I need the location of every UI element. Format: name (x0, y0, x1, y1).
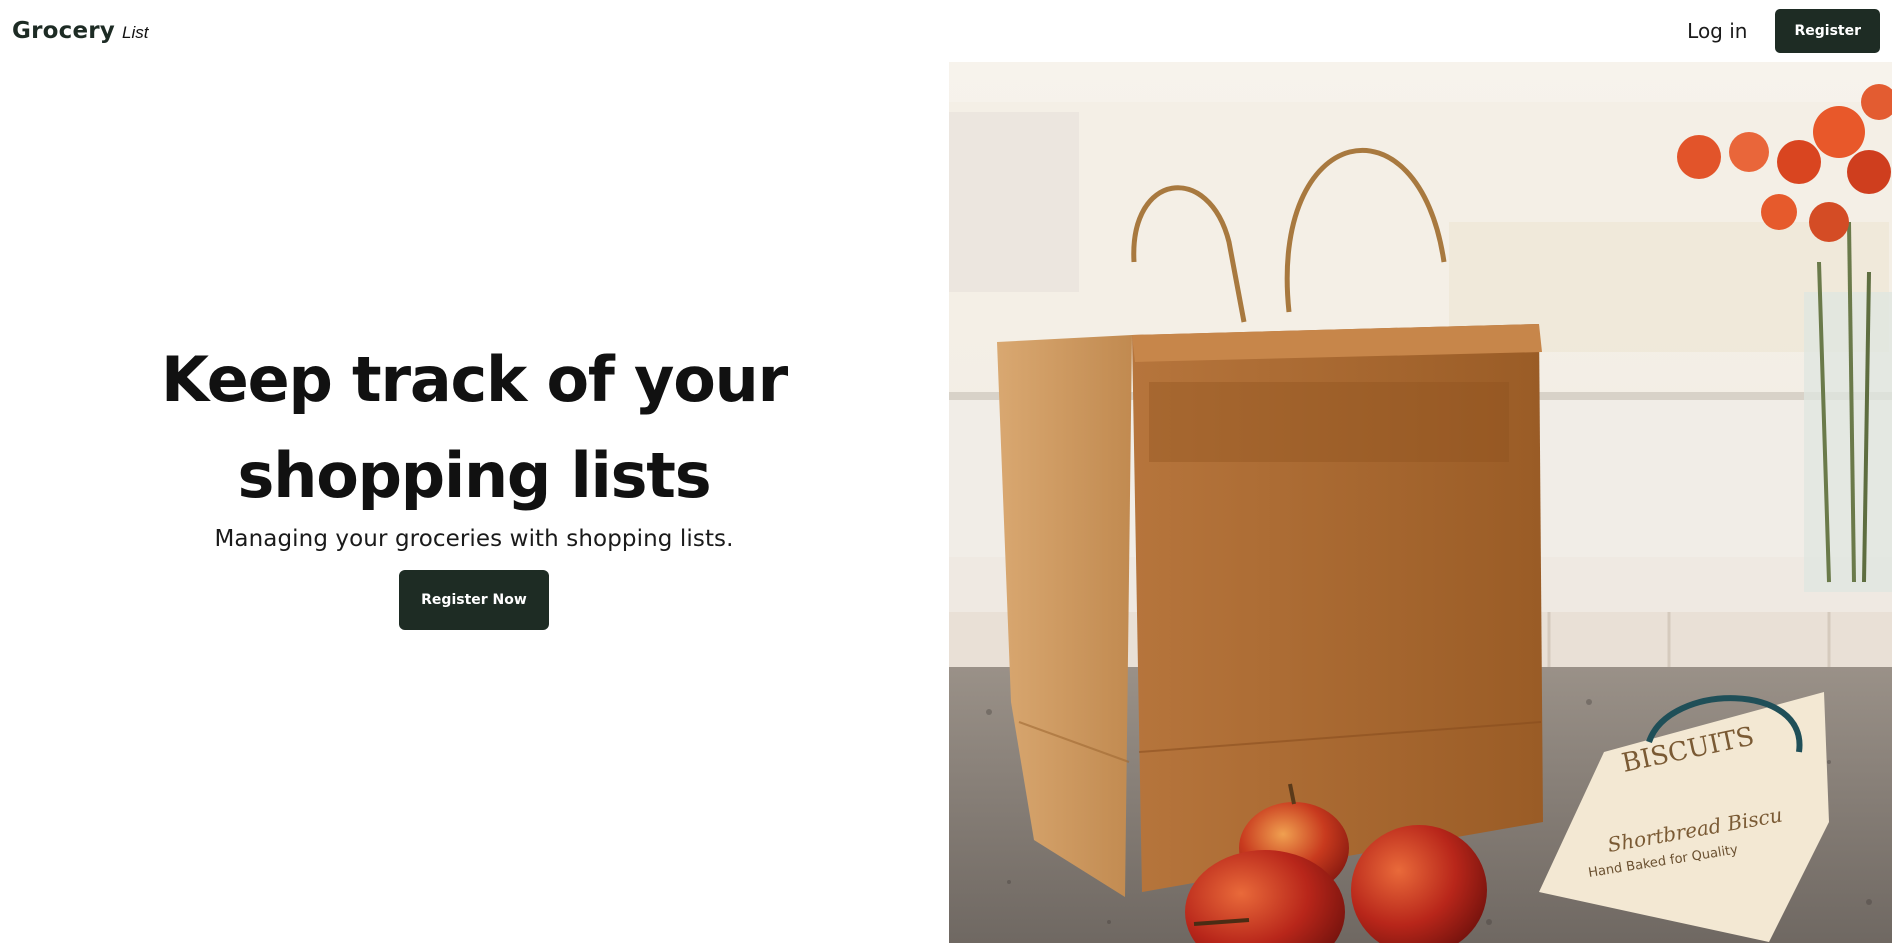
brand-name: Grocery (12, 18, 115, 44)
hero-section: Keep track of your shopping lists Managi… (0, 62, 948, 943)
navbar: Grocery List Log in Register (0, 0, 1892, 62)
register-button[interactable]: Register (1775, 9, 1880, 53)
brand-subtitle: List (122, 23, 149, 42)
brand-logo[interactable]: Grocery List (12, 18, 148, 44)
login-link[interactable]: Log in (1687, 19, 1747, 43)
hero-image: BISCUITS Shortbread Biscu Hand Baked for… (949, 62, 1892, 943)
hero-title: Keep track of your shopping lists (161, 342, 788, 512)
nav-actions: Log in Register (1687, 9, 1880, 53)
hero-subtitle: Managing your groceries with shopping li… (214, 525, 734, 552)
register-now-button[interactable]: Register Now (399, 569, 549, 630)
